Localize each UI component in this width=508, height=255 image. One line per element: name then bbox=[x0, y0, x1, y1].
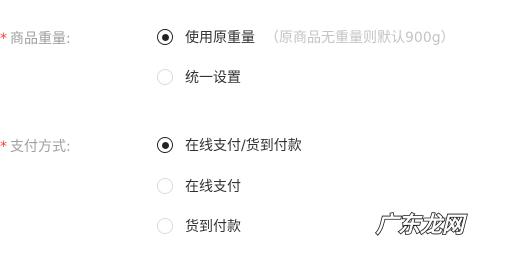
payment-option-online-label: 在线支付 bbox=[185, 179, 241, 195]
radio-unchecked-icon[interactable] bbox=[157, 178, 173, 194]
radio-unchecked-icon[interactable] bbox=[157, 218, 173, 234]
payment-option-cod[interactable]: 货到付款 bbox=[157, 216, 241, 236]
payment-option-online-cod-label: 在线支付/货到付款 bbox=[185, 138, 302, 154]
weight-label-text: 商品重量: bbox=[10, 31, 71, 47]
radio-unchecked-icon[interactable] bbox=[157, 69, 173, 85]
watermark-logo: 广东龙网 bbox=[375, 211, 468, 239]
payment-option-online-cod[interactable]: 在线支付/货到付款 bbox=[157, 135, 302, 155]
weight-field-label: * 商品重量: bbox=[0, 28, 71, 48]
weight-option-uniform-label: 统一设置 bbox=[185, 70, 241, 86]
required-mark: * bbox=[0, 31, 7, 47]
payment-label-text: 支付方式: bbox=[10, 139, 71, 155]
weight-option-original-label: 使用原重量 bbox=[185, 30, 255, 46]
payment-option-online[interactable]: 在线支付 bbox=[157, 176, 241, 196]
watermark-text: 广东龙网 bbox=[376, 212, 467, 238]
radio-checked-icon[interactable] bbox=[157, 29, 173, 45]
weight-option-uniform[interactable]: 统一设置 bbox=[157, 67, 241, 87]
payment-field-label: * 支付方式: bbox=[0, 136, 71, 156]
required-mark: * bbox=[0, 139, 7, 155]
weight-option-original-hint: （原商品无重量则默认900g） bbox=[265, 30, 455, 46]
radio-checked-icon[interactable] bbox=[157, 137, 173, 153]
payment-option-cod-label: 货到付款 bbox=[185, 219, 241, 235]
weight-option-original[interactable]: 使用原重量 （原商品无重量则默认900g） bbox=[157, 27, 455, 47]
